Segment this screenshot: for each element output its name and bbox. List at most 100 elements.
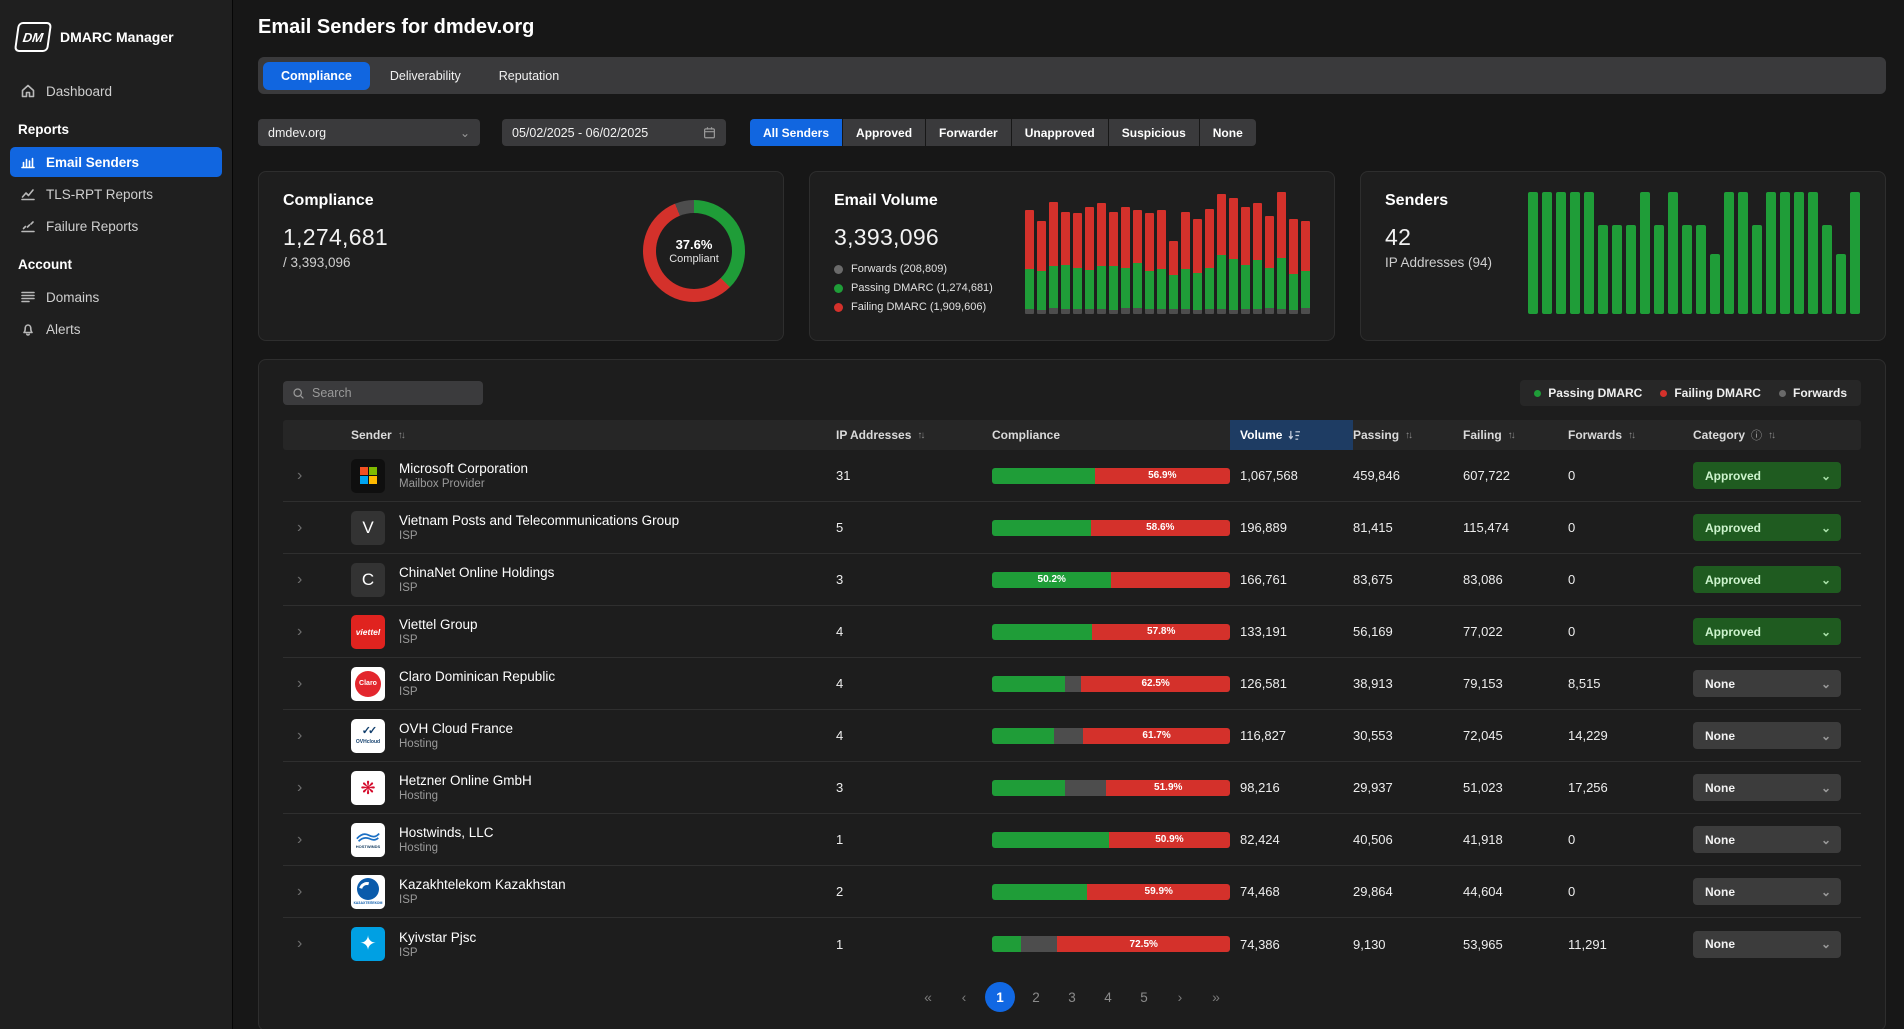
category-select[interactable]: None⌄ (1693, 774, 1841, 801)
pagination-prev[interactable]: ‹ (949, 982, 979, 1012)
volume-bar-segment (1037, 271, 1046, 310)
row-expand-chevron-icon[interactable]: › (283, 727, 323, 745)
category-value: None (1705, 885, 1735, 899)
sort-icon: ↑↓ (1628, 430, 1634, 441)
logo-mark: ✓✓ (362, 726, 374, 737)
category-cell: None⌄ (1693, 670, 1861, 697)
category-select[interactable]: None ⌄ (1693, 826, 1841, 853)
compliance-cell: 61.7% (992, 728, 1240, 744)
volume-bar-segment (1109, 266, 1118, 310)
failing-cell: 44,604 (1463, 884, 1568, 899)
pagination-page-2[interactable]: 2 (1021, 982, 1051, 1012)
pagination-page-5[interactable]: 5 (1129, 982, 1159, 1012)
category-select[interactable]: Approved⌄ (1693, 462, 1841, 489)
column-header-sender[interactable]: Sender↑↓ (323, 420, 836, 450)
column-header-failing[interactable]: Failing↑↓ (1463, 420, 1568, 450)
forwards-cell: 17,256 (1568, 780, 1693, 795)
logo-circle: Claro (355, 671, 381, 697)
senders-bar (1682, 225, 1692, 314)
sidebar-item-failure-reports[interactable]: Failure Reports (10, 211, 222, 241)
donut-label: Compliant (669, 253, 719, 265)
legend-dot (834, 265, 843, 274)
category-value: None (1705, 833, 1735, 847)
sidebar-item-alerts[interactable]: Alerts (10, 314, 222, 344)
volume-bar (1085, 207, 1094, 314)
volume-bar-segment (1121, 207, 1130, 268)
category-select[interactable]: Approved⌄ (1693, 566, 1841, 593)
column-header-ip-addresses[interactable]: IP Addresses↑↓ (836, 420, 992, 450)
senders-bar (1696, 225, 1706, 314)
compliance-bar-green-segment (992, 780, 1065, 796)
tab-deliverability[interactable]: Deliverability (372, 62, 479, 90)
filter-forwarder[interactable]: Forwarder (926, 119, 1011, 146)
sidebar-item-tls-rpt-reports[interactable]: TLS-RPT Reports (10, 179, 222, 209)
compliance-bar: 50.9% (992, 832, 1230, 848)
pagination-first[interactable]: « (913, 982, 943, 1012)
category-cell: Approved⌄ (1693, 618, 1861, 645)
category-select[interactable]: None⌄ (1693, 722, 1841, 749)
row-expand-chevron-icon[interactable]: › (283, 675, 323, 693)
column-header-forwards[interactable]: Forwards↑↓ (1568, 420, 1693, 450)
category-select[interactable]: None⌄ (1693, 931, 1841, 958)
filter-approved[interactable]: Approved (843, 119, 925, 146)
pagination-last[interactable]: » (1201, 982, 1231, 1012)
category-cell: None⌄ (1693, 774, 1861, 801)
sender-name: ChinaNet Online Holdings (399, 565, 554, 580)
sidebar-item-email-senders[interactable]: Email Senders (10, 147, 222, 177)
sidebar-item-dashboard[interactable]: Dashboard (10, 76, 222, 106)
volume-cell: 1,067,568 (1240, 468, 1353, 483)
date-range-picker[interactable]: 05/02/2025 - 06/02/2025 (502, 119, 726, 146)
chevron-down-icon: ⌄ (1821, 833, 1831, 847)
row-expand-chevron-icon[interactable]: › (283, 831, 323, 849)
column-header-volume[interactable]: Volume (1230, 420, 1353, 450)
compliance-percent-label: 50.9% (1155, 832, 1183, 848)
pagination-page-1[interactable]: 1 (985, 982, 1015, 1012)
filter-none[interactable]: None (1200, 119, 1256, 146)
compliance-cell: 62.5% (992, 676, 1240, 692)
row-expand-chevron-icon[interactable]: › (283, 623, 323, 641)
volume-bar-segment (1133, 263, 1142, 308)
volume-bar-segment (1157, 210, 1166, 269)
filter-suspicious[interactable]: Suspicious (1109, 119, 1199, 146)
filter-unapproved[interactable]: Unapproved (1012, 119, 1108, 146)
logo-letter: V (362, 518, 373, 538)
category-select[interactable]: None⌄ (1693, 670, 1841, 697)
category-cell: Approved⌄ (1693, 462, 1861, 489)
volume-bar-segment (1205, 309, 1214, 314)
bell-icon (20, 321, 36, 337)
search-input[interactable] (312, 386, 474, 400)
pagination-page-3[interactable]: 3 (1057, 982, 1087, 1012)
row-expand-chevron-icon[interactable]: › (283, 779, 323, 797)
tab-reputation[interactable]: Reputation (481, 62, 577, 90)
sidebar-item-domains[interactable]: Domains (10, 282, 222, 312)
passing-cell: 29,864 (1353, 884, 1463, 899)
row-expand-chevron-icon[interactable]: › (283, 519, 323, 537)
ip-count-cell: 1 (836, 937, 992, 952)
category-cell: Approved⌄ (1693, 514, 1861, 541)
row-expand-chevron-icon[interactable]: › (283, 935, 323, 953)
senders-bar (1710, 254, 1720, 314)
compliance-value: 1,274,681 (283, 224, 388, 251)
volume-bar (1217, 194, 1226, 314)
pagination-next[interactable]: › (1165, 982, 1195, 1012)
filter-all-senders[interactable]: All Senders (750, 119, 842, 146)
category-select[interactable]: None⌄ (1693, 878, 1841, 905)
senders-bar (1640, 192, 1650, 314)
category-select[interactable]: Approved⌄ (1693, 618, 1841, 645)
category-cell: Approved⌄ (1693, 566, 1861, 593)
volume-bar-segment (1061, 309, 1070, 314)
column-header-passing[interactable]: Passing↑↓ (1353, 420, 1463, 450)
sender-logo: V (351, 511, 385, 545)
row-expand-chevron-icon[interactable]: › (283, 883, 323, 901)
compliance-bar-red-segment (1111, 572, 1230, 588)
pagination-page-4[interactable]: 4 (1093, 982, 1123, 1012)
search-box[interactable] (283, 381, 483, 405)
domain-select[interactable]: dmdev.org ⌄ (258, 119, 480, 146)
ip-count-cell: 3 (836, 572, 992, 587)
tab-compliance[interactable]: Compliance (263, 62, 370, 90)
category-select[interactable]: Approved⌄ (1693, 514, 1841, 541)
column-header-category[interactable]: Categoryⓘ↑↓ (1693, 420, 1861, 450)
volume-bar (1205, 209, 1214, 314)
row-expand-chevron-icon[interactable]: › (283, 571, 323, 589)
row-expand-chevron-icon[interactable]: › (283, 467, 323, 485)
